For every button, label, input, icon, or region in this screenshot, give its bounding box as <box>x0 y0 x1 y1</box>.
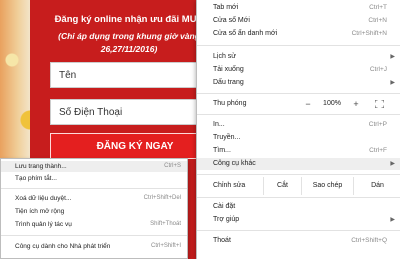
menu-bookmarks[interactable]: Dấu trang ▶ <box>197 77 400 89</box>
menu-divider <box>197 174 400 175</box>
menu-help[interactable]: Trợ giúp ▶ <box>197 214 400 226</box>
zoom-out-button[interactable]: − <box>301 95 315 113</box>
menu-settings[interactable]: Cài đặt <box>197 201 400 213</box>
submenu-divider <box>1 188 187 189</box>
chevron-right-icon: ▶ <box>390 80 395 86</box>
cut-button[interactable]: Cắt <box>263 177 301 195</box>
menu-downloads-shortcut: Ctrl+J <box>369 66 387 73</box>
menu-exit-label: Thoát <box>213 237 231 244</box>
submenu-task-manager-shortcut: Shift+Thoát <box>150 221 181 227</box>
submenu-save-page[interactable]: Lưu trang thành... Ctrl+S <box>1 161 187 172</box>
menu-cast-label: Truyền... <box>213 134 241 141</box>
menu-incognito-label: Cửa sổ ẩn danh mới <box>213 30 278 37</box>
menu-new-tab-shortcut: Ctrl+T <box>369 4 387 11</box>
submenu-extensions[interactable]: Tiện ích mở rộng <box>1 206 187 217</box>
submenu-clear-data-label: Xoá dữ liệu duyệt... <box>15 195 72 202</box>
promo-subtitle: (Chỉ áp dụng trong khung giờ vàng 26,27/… <box>38 30 220 56</box>
submenu-task-manager[interactable]: Trình quản lý tác vụ Shift+Thoát <box>1 219 187 230</box>
menu-help-label: Trợ giúp <box>213 216 240 223</box>
submenu-clear-data[interactable]: Xoá dữ liệu duyệt... Ctrl+Shift+Del <box>1 193 187 204</box>
menu-bookmarks-label: Dấu trang <box>213 79 244 86</box>
fullscreen-icon[interactable] <box>375 100 384 108</box>
menu-divider <box>197 45 400 46</box>
copy-button[interactable]: Sao chép <box>301 177 353 195</box>
menu-zoom-row: Thu phóng − 100% + <box>197 95 400 113</box>
menu-downloads[interactable]: Tải xuống Ctrl+J <box>197 64 400 76</box>
menu-divider <box>197 114 400 115</box>
menu-more-tools-label: Công cụ khác <box>213 160 256 167</box>
promo-title: Đăng ký online nhận ưu đãi MUA <box>54 14 204 25</box>
chevron-right-icon: ▶ <box>390 217 395 223</box>
submenu-extensions-label: Tiện ích mở rộng <box>15 208 65 215</box>
submenu-create-shortcut-label: Tạo phím tắt... <box>15 175 57 182</box>
submenu-create-shortcut[interactable]: Tạo phím tắt... <box>1 173 187 184</box>
chrome-main-menu: Tab mới Ctrl+T Cửa sổ Mới Ctrl+N Cửa sổ … <box>196 0 400 259</box>
menu-edit-label: Chỉnh sửa <box>213 182 246 189</box>
menu-new-tab-label: Tab mới <box>213 4 239 11</box>
menu-history-label: Lịch sử <box>213 53 236 60</box>
menu-history[interactable]: Lịch sử ▶ <box>197 51 400 63</box>
submenu-dev-tools-shortcut: Ctrl+Shift+I <box>150 243 181 249</box>
signup-button[interactable]: ĐĂNG KÝ NGAY <box>50 133 220 159</box>
menu-print[interactable]: In... Ctrl+P <box>197 119 400 131</box>
menu-print-label: In... <box>213 121 225 128</box>
menu-new-window-shortcut: Ctrl+N <box>368 17 387 24</box>
menu-new-window[interactable]: Cửa sổ Mới Ctrl+N <box>197 15 400 27</box>
menu-print-shortcut: Ctrl+P <box>368 121 387 128</box>
menu-find[interactable]: Tìm... Ctrl+F <box>197 145 400 157</box>
menu-exit[interactable]: Thoát Ctrl+Shift+Q <box>197 235 400 247</box>
menu-incognito[interactable]: Cửa sổ ẩn danh mới Ctrl+Shift+N <box>197 28 400 40</box>
submenu-clear-data-shortcut: Ctrl+Shift+Del <box>143 195 181 201</box>
submenu-divider <box>1 235 187 236</box>
promo-subtitle-line1: (Chỉ áp dụng trong khung giờ vàng <box>58 31 200 41</box>
menu-zoom-label: Thu phóng <box>213 100 247 107</box>
menu-find-label: Tìm... <box>213 147 231 154</box>
menu-exit-shortcut: Ctrl+Shift+Q <box>351 237 387 244</box>
submenu-dev-tools-label: Công cụ dành cho Nhà phát triển <box>15 243 111 250</box>
zoom-in-button[interactable]: + <box>349 95 363 113</box>
promo-subtitle-line2: 26,27/11/2016) <box>100 44 158 54</box>
phone-input[interactable]: Số Điện Thoại <box>50 99 220 125</box>
chevron-right-icon: ▶ <box>390 54 395 60</box>
menu-more-tools[interactable]: Công cụ khác ▶ <box>197 158 400 170</box>
menu-downloads-label: Tải xuống <box>213 66 244 73</box>
submenu-save-page-shortcut: Ctrl+S <box>164 163 181 169</box>
paste-button[interactable]: Dán <box>353 177 400 195</box>
submenu-dev-tools[interactable]: Công cụ dành cho Nhà phát triển Ctrl+Shi… <box>1 241 187 252</box>
menu-incognito-shortcut: Ctrl+Shift+N <box>351 30 387 37</box>
name-input[interactable]: Tên <box>50 62 220 88</box>
menu-divider <box>197 230 400 231</box>
menu-new-tab[interactable]: Tab mới Ctrl+T <box>197 2 400 14</box>
submenu-task-manager-label: Trình quản lý tác vụ <box>15 221 72 228</box>
menu-find-shortcut: Ctrl+F <box>369 147 387 154</box>
zoom-level: 100% <box>323 100 341 107</box>
menu-settings-label: Cài đặt <box>213 203 236 210</box>
more-tools-submenu: Lưu trang thành... Ctrl+S Tạo phím tắt..… <box>0 158 188 259</box>
menu-cast[interactable]: Truyền... <box>197 132 400 144</box>
chevron-right-icon: ▶ <box>390 161 395 167</box>
menu-new-window-label: Cửa sổ Mới <box>213 17 250 24</box>
submenu-save-page-label: Lưu trang thành... <box>15 163 67 170</box>
menu-edit-row: Chỉnh sửa Cắt Sao chép Dán <box>197 177 400 195</box>
menu-divider <box>197 93 400 94</box>
menu-divider <box>197 197 400 198</box>
